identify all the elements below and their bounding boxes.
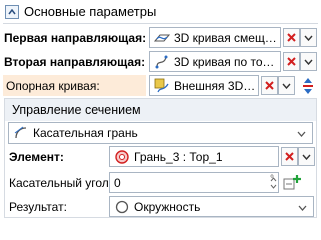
chevron-down-icon: [298, 200, 307, 214]
result-value: Окружность: [134, 199, 201, 214]
close-icon: [265, 81, 274, 90]
base-curve-field[interactable]: Внешняя 3D кри...: [149, 75, 259, 96]
tangent-angle-value: 0: [114, 175, 121, 190]
second-guide-value: 3D кривая по точкам...: [174, 54, 280, 69]
base-curve-value: Внешняя 3D кри...: [174, 78, 258, 93]
base-curve-dropdown-button[interactable]: [278, 76, 295, 95]
second-guide-dropdown-button[interactable]: [300, 52, 317, 71]
tangent-face-icon: [12, 124, 30, 142]
section-header[interactable]: Основные параметры: [0, 0, 321, 23]
element-dropdown-button[interactable]: [298, 147, 315, 166]
first-guide-value: 3D кривая смещения...: [174, 30, 280, 45]
element-field[interactable]: Грань_3 : Тор_1: [109, 146, 279, 167]
curve-icon: [153, 29, 171, 47]
clear-first-guide-button[interactable]: [283, 28, 300, 47]
chevron-down-icon: [302, 154, 311, 160]
divider: [3, 23, 318, 24]
angle-spinner[interactable]: [268, 173, 278, 192]
element-value: Грань_3 : Тор_1: [134, 149, 223, 164]
collapse-icon[interactable]: [5, 4, 19, 19]
section-title: Основные параметры: [24, 4, 157, 19]
section-control-title: Управление сечением: [12, 103, 141, 117]
clear-element-button[interactable]: [281, 147, 298, 166]
close-icon: [287, 57, 296, 66]
add-variable-icon: [283, 174, 301, 189]
first-guide-dropdown-button[interactable]: [300, 28, 317, 47]
first-guide-field[interactable]: 3D кривая смещения...: [149, 27, 281, 48]
add-variable-button[interactable]: [283, 172, 315, 193]
tangent-angle-input[interactable]: 0 °: [109, 172, 279, 193]
chevron-down-icon: [304, 59, 313, 65]
result-label: Результат:: [9, 200, 67, 214]
tangent-angle-label: Касательный угол:: [9, 176, 113, 190]
clear-second-guide-button[interactable]: [283, 52, 300, 71]
second-guide-field[interactable]: 3D кривая по точкам...: [149, 51, 281, 72]
section-mode-value: Касательная грань: [33, 126, 138, 140]
first-guide-label: Первая направляющая:: [4, 31, 147, 45]
chevron-down-icon: [282, 83, 291, 89]
external-curve-icon: [153, 77, 171, 95]
section-mode-dropdown[interactable]: Касательная грань: [8, 122, 313, 144]
result-dropdown[interactable]: Окружность: [109, 196, 314, 217]
spinner-arrows-icon: [270, 176, 276, 189]
close-icon: [285, 152, 294, 161]
clear-base-curve-button[interactable]: [261, 76, 278, 95]
circle-icon: [113, 198, 131, 216]
chevron-down-icon: [297, 126, 306, 140]
curve-points-icon: [153, 53, 171, 71]
chevron-down-icon: [304, 33, 313, 43]
close-icon: [287, 33, 296, 42]
element-label: Элемент:: [9, 150, 64, 164]
swap-direction-button[interactable]: [299, 75, 317, 96]
base-curve-label: Опорная кривая:: [6, 79, 100, 93]
face-icon: [113, 148, 131, 166]
swap-direction-icon: [303, 77, 313, 94]
second-guide-label: Вторая направляющая:: [4, 55, 146, 69]
